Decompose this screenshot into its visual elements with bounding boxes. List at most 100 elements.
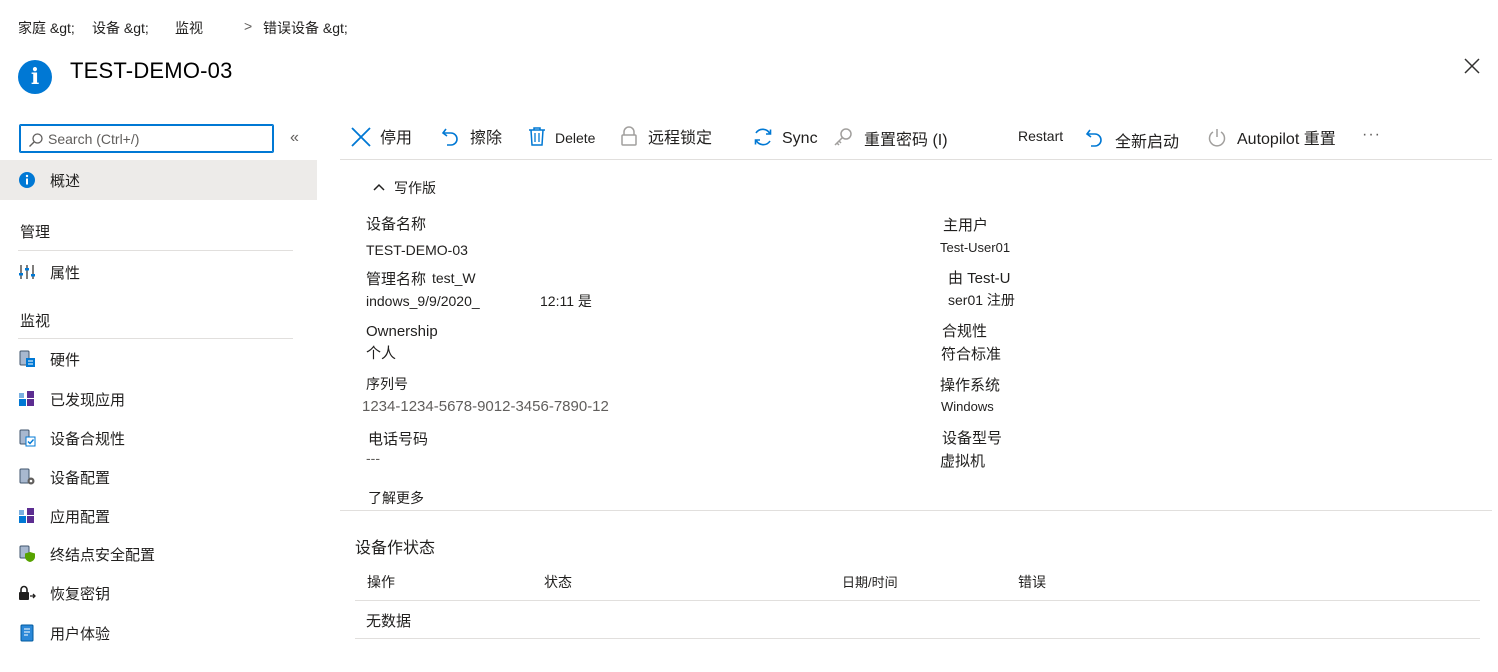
wipe-button[interactable]: 擦除 — [440, 120, 510, 154]
recovery-key-icon — [18, 584, 36, 602]
breadcrumb-monitor[interactable]: 监视 — [175, 18, 203, 38]
command-bar: 停用 擦除 Delete 远程锁定 Sync — [340, 120, 1490, 156]
retire-button[interactable]: 停用 — [350, 120, 430, 154]
autopilot-reset-label: Autopilot 重置 — [1237, 125, 1336, 149]
sidebar-item-label: 用户体验 — [50, 623, 110, 644]
phone-value: --- — [366, 450, 380, 466]
chevron-up-icon — [372, 180, 386, 194]
breadcrumb-separator: > — [244, 18, 252, 34]
sidebar-item-overview[interactable]: 概述 — [18, 168, 308, 192]
sidebar-item-device-configuration[interactable]: 设备配置 — [18, 465, 308, 489]
delete-label: Delete — [555, 130, 595, 146]
management-name-value-part2: indows_9/9/2020_ — [366, 293, 480, 309]
nav-section-manage: 管理 — [20, 221, 50, 242]
breadcrumb-error-devices[interactable]: 错误设备 &gt; — [263, 18, 348, 38]
sidebar-item-label: 概述 — [50, 170, 80, 191]
properties-icon — [18, 263, 36, 281]
management-name-value-part1: test_W — [432, 270, 476, 286]
refresh-icon — [1084, 126, 1106, 148]
nav-section-monitor: 监视 — [20, 310, 50, 331]
os-label: 操作系统 — [940, 374, 1000, 395]
fresh-start-button[interactable]: 全新启动 — [1084, 120, 1184, 154]
os-value: Windows — [941, 399, 994, 414]
collapse-sidebar-button[interactable]: « — [290, 128, 306, 148]
sync-button[interactable]: Sync — [752, 120, 822, 154]
restart-button[interactable]: Restart — [1018, 120, 1073, 154]
delete-button[interactable]: Delete — [526, 120, 606, 154]
model-value: 虚拟机 — [940, 450, 985, 471]
endpoint-security-icon — [18, 545, 36, 563]
sidebar-item-app-configuration[interactable]: 应用配置 — [18, 504, 308, 528]
search-input[interactable] — [48, 129, 268, 149]
close-icon — [350, 126, 372, 148]
info-icon — [18, 171, 36, 189]
restart-label: Restart — [1018, 128, 1063, 144]
close-icon[interactable] — [1462, 56, 1482, 76]
more-button[interactable]: ··· — [1362, 120, 1392, 154]
sidebar-item-properties[interactable]: 属性 — [18, 260, 308, 284]
model-label: 设备型号 — [942, 427, 1002, 448]
trash-icon — [526, 125, 548, 147]
device-actions-title: 设备作状态 — [355, 534, 435, 558]
sidebar-item-hardware[interactable]: 硬件 — [18, 347, 308, 371]
sidebar-item-label: 终结点安全配置 — [50, 544, 155, 565]
autopilot-reset-button[interactable]: Autopilot 重置 — [1206, 120, 1346, 154]
key-icon — [832, 126, 854, 148]
column-header-action[interactable]: 操作 — [367, 572, 395, 592]
ownership-label: Ownership — [366, 323, 438, 340]
page-title: TEST-DEMO-03 — [70, 58, 233, 84]
more-icon: ··· — [1362, 126, 1381, 144]
serial-label: 序列号 — [366, 374, 408, 394]
sidebar-item-label: 设备合规性 — [50, 428, 125, 449]
sidebar-item-label: 属性 — [50, 262, 80, 283]
wipe-label: 擦除 — [470, 124, 502, 148]
lock-icon — [618, 125, 640, 147]
breadcrumb-devices[interactable]: 设备 &gt; — [92, 18, 149, 38]
remote-lock-label: 远程锁定 — [648, 124, 712, 148]
enrolled-by-part1: 由 Test-U — [948, 267, 1011, 288]
primary-user-value: Test-User01 — [940, 240, 1010, 255]
divider — [340, 510, 1492, 511]
phone-label: 电话号码 — [368, 428, 428, 449]
hardware-icon — [18, 350, 36, 368]
reset-passcode-label: 重置密码 (I) — [864, 126, 948, 150]
device-name-label: 设备名称 — [366, 213, 426, 234]
sidebar-item-label: 恢复密钥 — [50, 583, 110, 604]
undo-icon — [440, 125, 462, 147]
search-icon — [28, 132, 44, 148]
column-header-status[interactable]: 状态 — [544, 572, 572, 592]
sidebar-item-label: 设备配置 — [50, 467, 110, 488]
breadcrumb-home[interactable]: 家庭 &gt; — [18, 18, 75, 38]
fresh-start-label: 全新启动 — [1115, 128, 1179, 152]
device-name-value: TEST-DEMO-03 — [366, 242, 468, 258]
sidebar-item-endpoint-security[interactable]: 终结点安全配置 — [18, 542, 308, 566]
divider — [18, 250, 293, 251]
sidebar-item-device-compliance[interactable]: 设备合规性 — [18, 426, 308, 450]
divider — [355, 638, 1480, 639]
sidebar-item-label: 硬件 — [50, 349, 80, 370]
user-experience-icon — [18, 624, 36, 642]
app-config-icon — [18, 507, 36, 525]
sidebar-item-user-experience[interactable]: 用户体验 — [18, 621, 308, 645]
ownership-value: 个人 — [366, 342, 396, 363]
retire-label: 停用 — [380, 124, 412, 148]
compliance-value: 符合标准 — [941, 343, 1001, 364]
divider — [18, 338, 293, 339]
sidebar-item-recovery-keys[interactable]: 恢复密钥 — [18, 581, 308, 605]
sidebar-item-label: 已发现应用 — [50, 389, 125, 410]
search-box — [19, 124, 274, 153]
power-icon — [1206, 127, 1228, 149]
learn-more-link[interactable]: 了解更多 — [368, 488, 424, 508]
column-header-error[interactable]: 错误 — [1018, 572, 1046, 592]
sync-label: Sync — [782, 130, 818, 148]
column-header-datetime[interactable]: 日期/时间 — [842, 572, 898, 591]
apps-icon — [18, 390, 36, 408]
enrolled-by-part2: ser01 注册 — [948, 290, 1015, 310]
sidebar-item-label: 应用配置 — [50, 506, 110, 527]
sidebar-item-discovered-apps[interactable]: 已发现应用 — [18, 387, 308, 411]
serial-value: 1234-1234-5678-9012-3456-7890-12 — [362, 398, 609, 415]
device-config-icon — [18, 468, 36, 486]
primary-user-label: 主用户 — [943, 214, 988, 235]
remote-lock-button[interactable]: 远程锁定 — [618, 120, 738, 154]
reset-passcode-button[interactable]: 重置密码 (I) — [832, 120, 972, 154]
